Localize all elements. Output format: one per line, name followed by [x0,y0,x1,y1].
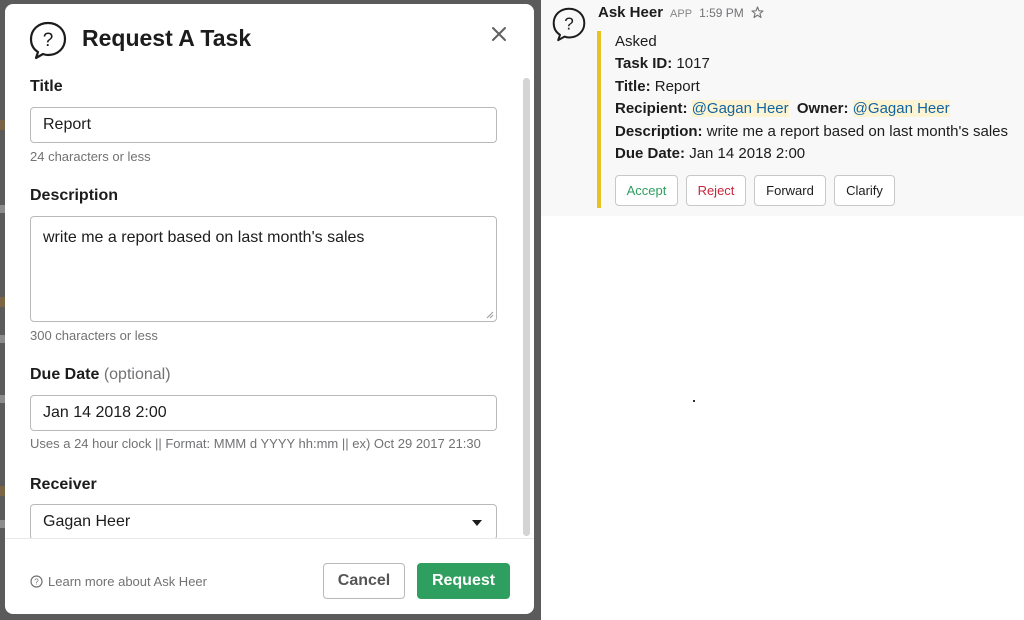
scrollbar-thumb[interactable] [523,78,530,536]
owner-mention[interactable]: @Gagan Heer [852,100,950,118]
task-description-label: Description: [615,122,703,140]
optional-tag: (optional) [103,366,171,383]
description-label: Description [30,187,119,204]
description-textarea[interactable]: write me a report based on last month's … [30,216,497,322]
forward-button[interactable]: Forward [754,175,826,207]
reject-button[interactable]: Reject [686,175,746,207]
task-id-line: Task ID: 1017 [615,53,1017,75]
request-button[interactable]: Request [417,563,510,599]
modal-footer: ? Learn more about Ask Heer Cancel Reque… [5,538,534,614]
task-title-value: Report [654,77,700,95]
title-input[interactable]: Report [30,107,497,143]
due-date-label-text: Due Date [30,366,100,383]
task-description-line: Description: write me a report based on … [615,121,1017,143]
help-speech-bubble-icon: ? [29,21,67,60]
help-circle-icon: ? [30,575,43,588]
due-date-hint: Uses a 24 hour clock || Format: MMM d YY… [30,436,481,451]
accept-button[interactable]: Accept [615,175,678,207]
svg-text:?: ? [34,578,39,587]
svg-text:?: ? [564,14,574,33]
modal-scrollbar[interactable] [523,78,530,536]
stray-dot [693,400,695,402]
learn-more-link[interactable]: ? Learn more about Ask Heer [30,574,207,589]
task-title-label: Title: [615,77,651,95]
app-badge: APP [670,8,693,20]
help-speech-bubble-icon[interactable]: ? [551,6,587,42]
star-icon[interactable] [751,6,764,19]
modal-header: ? Request A Task [5,4,534,70]
task-description-value: write me a report based on last month's … [706,122,1009,140]
task-due-date-line: Due Date: Jan 14 2018 2:00 [615,143,1017,165]
recipient-mention[interactable]: @Gagan Heer [691,100,789,118]
chevron-down-icon [472,520,482,526]
due-date-label: Due Date (optional) [30,366,171,384]
svg-text:?: ? [43,30,54,51]
description-hint: 300 characters or less [30,328,158,343]
message-timestamp[interactable]: 1:59 PM [699,6,744,20]
description-text: write me a report based on last month's … [43,229,365,246]
modal-title: Request A Task [82,25,252,51]
sender-name[interactable]: Ask Heer [598,4,663,21]
close-icon[interactable] [489,24,509,44]
clarify-button[interactable]: Clarify [834,175,895,207]
recipient-owner-line: Recipient: @Gagan Heer Owner: @Gagan Hee… [615,98,1017,120]
message-header: Ask Heer APP 1:59 PM [598,4,764,21]
recipient-label: Recipient: [615,100,688,118]
task-attachment: Asked Task ID: 1017 Title: Report Recipi… [597,31,1017,208]
receiver-select[interactable]: Gagan Heer [30,504,497,538]
task-title-line: Title: Report [615,76,1017,98]
task-actions: Accept Reject Forward Clarify [615,175,1017,207]
owner-label: Owner: [796,100,849,118]
due-date-input[interactable]: Jan 14 2018 2:00 [30,395,497,431]
modal-body: Title Report 24 characters or less Descr… [5,70,534,538]
task-id-value: 1017 [676,55,710,73]
request-task-modal: ? Request A Task Title Report 24 charact… [5,4,534,614]
task-id-label: Task ID: [615,55,673,73]
title-hint: 24 characters or less [30,149,151,164]
receiver-selected-value: Gagan Heer [43,513,131,530]
task-due-date-label: Due Date: [615,145,686,163]
bot-message: ? Ask Heer APP 1:59 PM Asked Task ID: 10… [541,0,1024,216]
learn-more-text[interactable]: Learn more about Ask Heer [48,574,207,589]
receiver-label: Receiver [30,476,97,493]
task-status: Asked [615,33,657,50]
task-due-date-value: Jan 14 2018 2:00 [689,145,806,163]
resize-grip-icon[interactable] [486,311,494,319]
cancel-button[interactable]: Cancel [323,563,405,599]
title-label: Title [30,78,63,95]
